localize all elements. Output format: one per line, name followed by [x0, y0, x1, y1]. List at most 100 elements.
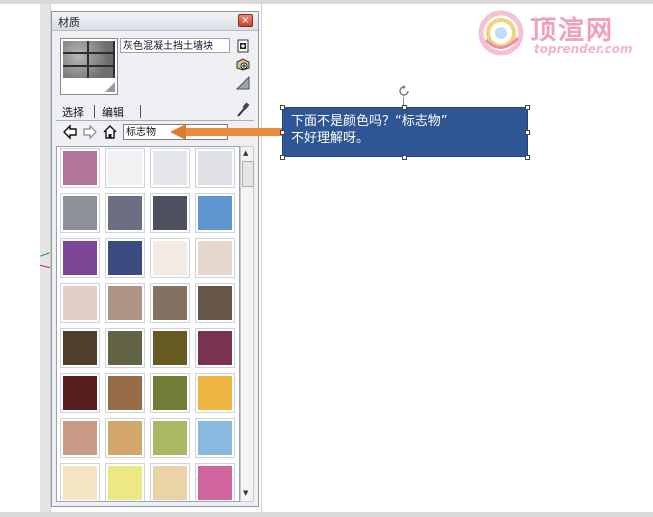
material-swatch[interactable]	[105, 373, 145, 413]
logo-english-text: toprender.com	[534, 42, 633, 56]
material-swatch[interactable]	[60, 193, 100, 233]
tab-divider	[140, 105, 141, 118]
swatch-color	[63, 241, 97, 275]
material-swatch[interactable]	[195, 283, 235, 323]
material-swatch[interactable]	[60, 418, 100, 458]
resize-handle[interactable]	[525, 155, 530, 160]
callout-line-1: 下面不是颜色吗？“标志物”	[291, 114, 448, 129]
material-swatch[interactable]	[60, 328, 100, 368]
resize-handle[interactable]	[525, 130, 530, 135]
resize-handle[interactable]	[525, 105, 530, 110]
material-swatch[interactable]	[150, 328, 190, 368]
material-swatch[interactable]	[195, 373, 235, 413]
material-swatch[interactable]	[60, 463, 100, 501]
close-button[interactable]: ×	[238, 14, 253, 27]
scroll-up-icon[interactable]: ▲	[243, 149, 248, 157]
default-material-icon[interactable]	[236, 57, 250, 71]
resize-handle[interactable]	[402, 105, 407, 110]
swatch-color	[198, 241, 232, 275]
material-swatch[interactable]	[195, 328, 235, 368]
material-swatch[interactable]	[150, 238, 190, 278]
swatch-color	[153, 331, 187, 365]
material-swatch[interactable]	[150, 283, 190, 323]
swatch-color	[198, 196, 232, 230]
swatch-color	[63, 421, 97, 455]
material-swatch[interactable]	[195, 463, 235, 501]
tab-edit[interactable]: 编辑	[102, 104, 124, 120]
material-swatch-grid	[56, 146, 240, 502]
eyedropper-icon[interactable]	[236, 102, 250, 118]
callout-line-2: 不好理解呀。	[291, 131, 370, 146]
toprender-logo: 顶渲网 toprender.com	[478, 8, 648, 60]
left-gutter	[40, 4, 51, 512]
material-swatch[interactable]	[60, 373, 100, 413]
concrete-block-texture	[63, 41, 115, 78]
tab-select[interactable]: 选择	[62, 104, 84, 120]
swatch-color	[108, 241, 142, 275]
back-arrow-icon[interactable]	[62, 124, 78, 140]
material-swatch[interactable]	[105, 418, 145, 458]
material-swatch[interactable]	[195, 418, 235, 458]
material-swatch[interactable]	[150, 373, 190, 413]
swatch-color	[153, 286, 187, 320]
swatch-color	[108, 421, 142, 455]
swatch-color	[108, 376, 142, 410]
resize-handle[interactable]	[280, 130, 285, 135]
swatch-color	[108, 286, 142, 320]
resize-handle[interactable]	[280, 155, 285, 160]
material-swatch[interactable]	[195, 238, 235, 278]
logo-swirl-icon	[478, 10, 524, 56]
forward-arrow-icon[interactable]	[82, 124, 98, 140]
swatch-color	[198, 331, 232, 365]
swatch-color	[63, 151, 97, 185]
swatch-color	[153, 196, 187, 230]
scroll-thumb[interactable]	[242, 161, 254, 187]
swatch-color	[153, 151, 187, 185]
rotate-handle-icon[interactable]	[397, 84, 411, 98]
swatch-color	[198, 466, 232, 500]
material-swatch[interactable]	[60, 148, 100, 188]
resize-handle[interactable]	[280, 105, 285, 110]
material-swatch[interactable]	[105, 148, 145, 188]
material-swatch[interactable]	[105, 238, 145, 278]
display-toggle-icon[interactable]	[236, 76, 250, 90]
material-preview[interactable]	[60, 38, 118, 95]
material-swatch[interactable]	[195, 193, 235, 233]
material-swatch[interactable]	[150, 418, 190, 458]
swatch-color	[198, 376, 232, 410]
material-swatch[interactable]	[150, 463, 190, 501]
material-swatch[interactable]	[105, 283, 145, 323]
swatch-color	[198, 151, 232, 185]
window-bottom-border	[0, 512, 653, 517]
swatch-color	[63, 331, 97, 365]
create-material-icon[interactable]	[236, 39, 250, 53]
callout-arrow-head	[170, 124, 186, 140]
swatch-color	[63, 466, 97, 500]
resize-handle[interactable]	[402, 155, 407, 160]
material-swatch[interactable]	[60, 238, 100, 278]
swatch-scrollbar[interactable]: ▲ ▼	[240, 146, 254, 502]
panel-title: 材质	[58, 16, 80, 29]
swatch-color	[108, 196, 142, 230]
material-swatch[interactable]	[105, 463, 145, 501]
material-swatch[interactable]	[195, 148, 235, 188]
swatch-color	[153, 241, 187, 275]
tab-divider	[94, 105, 95, 118]
swatch-color	[198, 421, 232, 455]
material-swatch[interactable]	[150, 148, 190, 188]
material-swatch[interactable]	[105, 193, 145, 233]
preview-corner-icon	[105, 82, 115, 92]
materials-panel: 材质 × 灰色混凝土挡土墙块 选择 编辑 标志物 ▲ ▼	[51, 11, 259, 507]
swatch-color	[63, 286, 97, 320]
home-icon[interactable]	[102, 124, 118, 140]
swatch-color	[63, 196, 97, 230]
scroll-down-icon[interactable]: ▼	[243, 489, 248, 497]
material-swatch[interactable]	[150, 193, 190, 233]
callout-box[interactable]: 下面不是颜色吗？“标志物” 不好理解呀。	[282, 107, 528, 157]
panel-titlebar[interactable]: 材质 ×	[52, 12, 258, 31]
material-swatch[interactable]	[60, 283, 100, 323]
swatch-color	[153, 421, 187, 455]
material-name-field[interactable]: 灰色混凝土挡土墙块	[120, 38, 230, 53]
panel-tabs: 选择 编辑	[56, 102, 254, 121]
material-swatch[interactable]	[105, 328, 145, 368]
